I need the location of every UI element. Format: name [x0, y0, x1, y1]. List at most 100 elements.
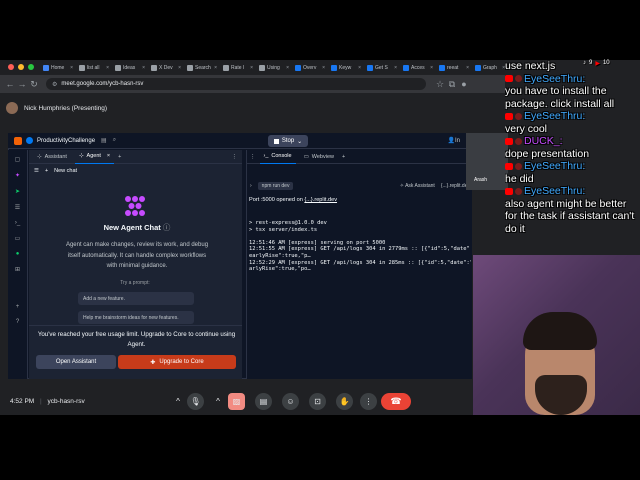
tab-webview[interactable]: ▭ Webview: [300, 150, 338, 164]
browser-tab[interactable]: Graph ×: [472, 62, 508, 74]
browser-tab[interactable]: Home ×: [40, 62, 76, 74]
close-tab-icon[interactable]: ×: [107, 153, 110, 159]
run-icon[interactable]: ➤: [15, 188, 20, 195]
mic-icon[interactable]: 🎙: [187, 393, 204, 410]
history-icon[interactable]: ☰: [34, 168, 39, 174]
agent-logo-icon: [125, 196, 145, 216]
mic-options-icon[interactable]: ^: [172, 393, 184, 410]
chat-message: use next.js: [505, 60, 640, 73]
prompt-card-2[interactable]: Help me brainstorm ideas for new feature…: [78, 311, 194, 324]
agent-tab-icon: ⊹: [78, 153, 84, 159]
close-tab-icon[interactable]: ×: [322, 65, 325, 71]
open-assistant-button[interactable]: Open Assistant: [36, 355, 116, 369]
forward-icon[interactable]: →: [16, 79, 28, 89]
prompt-card-1[interactable]: Add a new feature.: [78, 292, 194, 305]
assistant-icon: ⊹: [37, 153, 42, 160]
info-icon[interactable]: ⓘ: [163, 223, 171, 232]
back-icon[interactable]: ←: [4, 79, 16, 89]
profile-icon[interactable]: ●: [458, 79, 470, 89]
tab-assistant[interactable]: ⊹ Assistant: [33, 150, 71, 164]
expand-icon[interactable]: ›: [250, 183, 252, 189]
deploy-icon[interactable]: ●: [16, 251, 20, 257]
close-tab-icon[interactable]: ×: [358, 65, 361, 71]
project-name[interactable]: ProductivityChallenge: [37, 138, 95, 144]
browser-tab[interactable]: Acces ×: [400, 62, 436, 74]
close-tab-icon[interactable]: ×: [70, 65, 73, 71]
close-tab-icon[interactable]: ×: [430, 65, 433, 71]
close-window-icon[interactable]: [8, 64, 14, 70]
more-icon[interactable]: ⋮: [232, 154, 238, 160]
browser-tab[interactable]: Rate l ×: [220, 62, 256, 74]
close-tab-icon[interactable]: ×: [250, 65, 253, 71]
tab-console[interactable]: ›_ Console: [259, 150, 296, 164]
browser-tab[interactable]: Overv ×: [292, 62, 328, 74]
close-tab-icon[interactable]: ×: [142, 65, 145, 71]
close-tab-icon[interactable]: ×: [178, 65, 181, 71]
shell-icon[interactable]: ›_: [15, 220, 20, 226]
browser-tab-label: Using: [267, 65, 280, 71]
browser-tab[interactable]: list all ×: [76, 62, 112, 74]
present-icon[interactable]: ⊡: [309, 393, 326, 410]
browser-tab-label: list all: [87, 65, 100, 71]
browser-tab-label: X Dev: [159, 65, 173, 71]
new-tab-icon[interactable]: +: [118, 154, 121, 160]
bookmark-star-icon[interactable]: ☆: [434, 79, 446, 90]
chat-text: also agent might be better for the task …: [505, 197, 635, 235]
maximize-window-icon[interactable]: [28, 64, 34, 70]
agent-icon[interactable]: ✦: [15, 172, 20, 179]
close-tab-icon[interactable]: ×: [286, 65, 289, 71]
minimize-window-icon[interactable]: [18, 64, 24, 70]
youtube-badge-icon: [505, 112, 513, 120]
console-line: > rest-express@1.0.0 dev: [249, 220, 327, 226]
browser-tab[interactable]: reeat ×: [436, 62, 472, 74]
run-command-chip[interactable]: npm run dev: [257, 182, 294, 190]
site-info-icon[interactable]: ⚙: [52, 81, 57, 88]
try-prompt-label: Try a prompt:: [120, 280, 150, 286]
upgrade-button[interactable]: ✚ Upgrade to Core: [118, 355, 236, 369]
pane-menu-icon[interactable]: ⋮: [250, 154, 256, 160]
raise-hand-icon[interactable]: ✋: [336, 393, 353, 410]
close-tab-icon[interactable]: ×: [106, 65, 109, 71]
ask-assistant-button[interactable]: ✧ Ask Assistant: [400, 183, 435, 189]
close-tab-icon[interactable]: ×: [466, 65, 469, 71]
stop-icon: [273, 138, 279, 144]
new-pane-tab-icon[interactable]: +: [342, 154, 345, 160]
search-icon[interactable]: ⌕: [113, 137, 116, 144]
help-icon[interactable]: ?: [16, 319, 19, 325]
camera-off-icon[interactable]: ▨: [228, 393, 245, 410]
browser-tab[interactable]: Ideas ×: [112, 62, 148, 74]
tools-icon[interactable]: ☰: [15, 204, 20, 211]
stop-button[interactable]: Stop ⌄: [268, 135, 308, 147]
close-tab-icon[interactable]: ×: [214, 65, 217, 71]
layout-icon[interactable]: ▤: [101, 137, 107, 144]
browser-tab[interactable]: Using ×: [256, 62, 292, 74]
more-options-icon[interactable]: ⋮: [360, 393, 377, 410]
port-link[interactable]: {...}.replit.dev: [304, 197, 337, 203]
browser-tab[interactable]: Keyw ×: [328, 62, 364, 74]
tab-assistant-label: Assistant: [44, 153, 67, 160]
invite-icon[interactable]: 👤In: [448, 137, 461, 144]
add-icon[interactable]: +: [16, 304, 20, 310]
browser-tab-label: Overv: [303, 65, 317, 71]
new-chat-row[interactable]: ☰ + New chat: [34, 168, 77, 174]
replit-logo-icon[interactable]: [14, 136, 22, 145]
browser-tab[interactable]: X Dev ×: [148, 62, 184, 74]
end-call-button[interactable]: ☎: [381, 393, 411, 410]
user-avatar-icon: [515, 187, 522, 195]
presenter-name: Nick Humphries (Presenting): [24, 104, 108, 112]
camera-options-icon[interactable]: ^: [212, 393, 224, 410]
browser-tab[interactable]: Get S ×: [364, 62, 400, 74]
browser-tab[interactable]: Search ×: [184, 62, 220, 74]
extensions-icon[interactable]: ⧉: [446, 79, 458, 90]
reload-icon[interactable]: ↻: [28, 79, 40, 90]
webview-icon: ▭: [303, 153, 309, 160]
url-bar[interactable]: ⚙ meet.google.com/ycb-hasn-rsv: [46, 78, 426, 90]
preview-icon[interactable]: ▭: [15, 235, 21, 242]
emoji-icon[interactable]: ☺: [282, 393, 299, 410]
files-icon[interactable]: ▢: [15, 156, 21, 163]
close-tab-icon[interactable]: ×: [394, 65, 397, 71]
grid-icon[interactable]: ⊞: [15, 266, 20, 273]
captions-icon[interactable]: ▤: [255, 393, 272, 410]
tab-agent[interactable]: ⊹ Agent ×: [74, 150, 115, 164]
